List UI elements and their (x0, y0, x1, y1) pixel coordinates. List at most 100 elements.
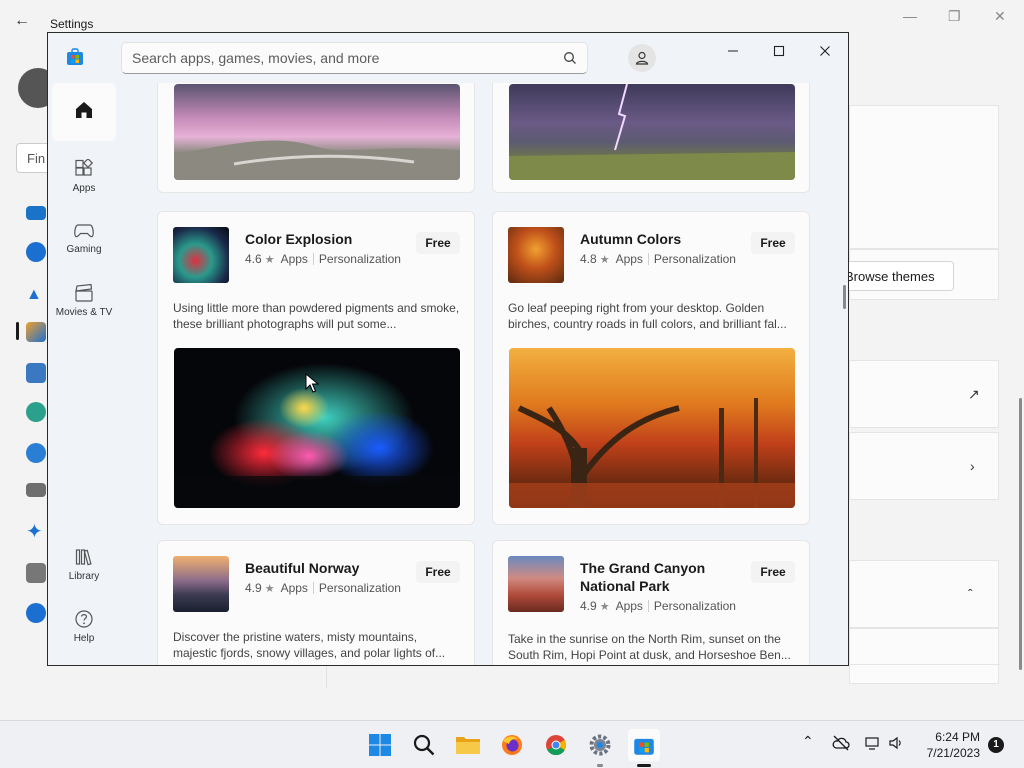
apps-icon[interactable] (26, 363, 46, 383)
settings-minimize-icon[interactable]: — (903, 8, 917, 24)
store-maximize-button[interactable] (764, 41, 794, 61)
app-subcategory: Personalization (318, 581, 401, 595)
back-arrow-icon[interactable]: ← (14, 12, 30, 30)
app-card-autumn-colors[interactable]: Autumn Colors Free 4.8 ★ Apps Personaliz… (492, 211, 810, 525)
clock-time: 6:24 PM (935, 730, 980, 744)
app-thumbnail (173, 556, 229, 612)
autumn-forest-image (509, 348, 795, 508)
star-icon: ★ (599, 600, 610, 613)
nav-item-movies-tv[interactable]: Movies & TV (52, 271, 116, 329)
app-name: The Grand Canyon National Park (580, 560, 706, 594)
search-icon (413, 734, 435, 756)
star-icon: ★ (599, 253, 610, 266)
nav-apps-label: Apps (72, 182, 96, 194)
nav-item-gaming[interactable]: Gaming (52, 209, 116, 267)
taskbar: ⌃ 6:24 PM 7/21/2023 1 (0, 720, 1024, 768)
nav-library-label: Library (68, 570, 100, 582)
app-description: Go leaf peeping right from your desktop.… (508, 301, 787, 331)
price-badge[interactable]: Free (751, 561, 795, 583)
taskbar-settings[interactable] (584, 729, 616, 767)
price-badge[interactable]: Free (416, 561, 460, 583)
store-search-box[interactable] (121, 42, 588, 74)
nav-item-home[interactable] (52, 83, 116, 141)
store-logo-icon (67, 48, 83, 65)
settings-title: Settings (50, 17, 94, 31)
app-category: Apps (280, 581, 308, 595)
settings-close-icon[interactable]: ✕ (994, 8, 1006, 25)
settings-active-indicator (16, 322, 19, 340)
tray-chevron-up-icon[interactable]: ⌃ (802, 733, 814, 750)
meta-divider (647, 253, 649, 265)
app-card-top-right[interactable] (492, 83, 810, 193)
app-category: Apps (615, 252, 643, 266)
help-icon (75, 609, 93, 628)
settings-scrollbar[interactable] (1019, 398, 1022, 670)
settings-expand-card[interactable] (849, 560, 999, 628)
system-icon[interactable] (26, 206, 46, 220)
app-card-beautiful-norway[interactable]: Beautiful Norway Free 4.9 ★ Apps Persona… (157, 540, 475, 665)
store-close-button[interactable] (810, 41, 840, 61)
network-icon[interactable]: ▲ (26, 286, 46, 306)
app-card-grand-canyon[interactable]: The Grand Canyon National Park Free 4.9 … (492, 540, 810, 665)
notification-badge[interactable]: 1 (988, 737, 1004, 753)
taskbar-file-explorer[interactable] (452, 729, 484, 761)
taskbar-chrome[interactable] (540, 729, 572, 761)
store-window: Apps Gaming Movies & TV Library (47, 32, 849, 666)
time-language-icon[interactable] (26, 443, 46, 463)
onedrive-icon[interactable] (832, 735, 850, 751)
price-badge[interactable]: Free (416, 232, 460, 254)
app-meta: 4.9 ★ Apps Personalization (580, 599, 736, 613)
app-card-color-explosion[interactable]: Color Explosion Free 4.6 ★ Apps Personal… (157, 211, 475, 525)
app-description: Using little more than powdered pigments… (173, 301, 460, 331)
maximize-icon (773, 45, 785, 57)
chevron-right-icon: › (970, 458, 975, 474)
gamepad-icon (74, 223, 94, 237)
price-badge[interactable]: Free (751, 232, 795, 254)
accounts-icon[interactable] (26, 402, 46, 422)
network-icon[interactable] (864, 735, 880, 751)
minimize-icon (728, 50, 738, 52)
store-active-indicator (637, 764, 651, 767)
accessibility-icon[interactable]: ✦ (26, 522, 46, 542)
theme-card (849, 105, 999, 249)
chrome-icon (546, 735, 567, 756)
meta-divider (312, 582, 314, 594)
close-icon (820, 46, 830, 56)
browse-themes-button[interactable]: Browse themes (838, 261, 954, 291)
nav-item-apps[interactable]: Apps (52, 147, 116, 205)
nav-movies-label: Movies & TV (55, 306, 113, 318)
volume-icon[interactable] (888, 735, 904, 751)
store-search-input[interactable] (122, 43, 542, 73)
apps-icon (75, 158, 94, 176)
nav-item-library[interactable]: Library (52, 535, 116, 593)
settings-maximize-icon[interactable]: ❐ (948, 8, 961, 25)
search-icon[interactable] (563, 51, 577, 65)
meta-divider (312, 253, 314, 265)
start-button[interactable] (364, 729, 396, 761)
account-button[interactable] (628, 44, 656, 72)
firefox-icon (502, 735, 522, 755)
lightning-storm-image (509, 84, 795, 180)
store-scrollbar[interactable] (843, 285, 846, 309)
gaming-icon[interactable] (26, 483, 46, 497)
store-minimize-button[interactable] (718, 41, 748, 61)
store-content: Color Explosion Free 4.6 ★ Apps Personal… (120, 83, 842, 665)
taskbar-firefox[interactable] (496, 729, 528, 761)
app-thumbnail (508, 227, 564, 283)
bluetooth-icon[interactable] (26, 242, 46, 262)
windows-update-icon[interactable] (26, 603, 46, 623)
rating-value: 4.9 (245, 581, 262, 595)
taskbar-microsoft-store[interactable] (628, 729, 660, 767)
nav-help-label: Help (73, 632, 95, 644)
nav-item-help[interactable]: Help (52, 597, 116, 655)
personalization-icon[interactable] (26, 322, 46, 342)
app-card-top-left[interactable] (157, 83, 475, 193)
user-icon (635, 51, 649, 65)
app-thumbnail (508, 556, 564, 612)
chevron-up-icon: ˆ (968, 586, 973, 602)
privacy-icon[interactable] (26, 563, 46, 583)
settings-nav-card[interactable] (849, 432, 999, 500)
taskbar-search-button[interactable] (408, 729, 440, 761)
nav-gaming-label: Gaming (66, 243, 102, 255)
taskbar-clock[interactable]: 6:24 PM 7/21/2023 (916, 729, 980, 761)
